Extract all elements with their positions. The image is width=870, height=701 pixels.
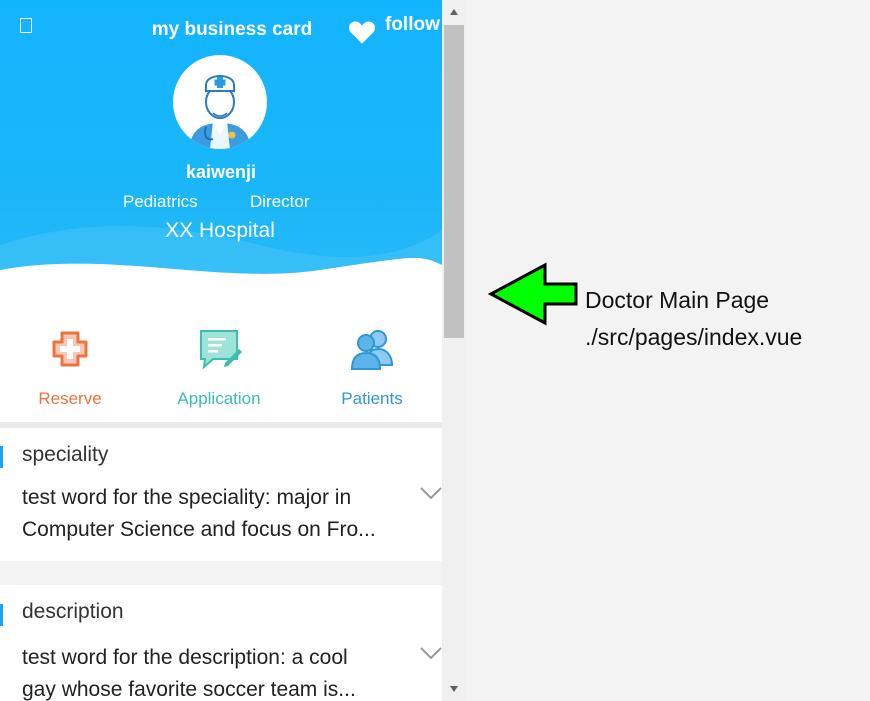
patients-button[interactable]: Patients xyxy=(302,300,442,422)
heart-icon[interactable] xyxy=(348,19,376,45)
scroll-down-arrow-icon[interactable] xyxy=(449,685,459,693)
description-text-line: gay whose favorite soccer team is... xyxy=(22,678,356,701)
accent-bar xyxy=(0,604,3,626)
speciality-card[interactable]: speciality test word for the speciality:… xyxy=(0,428,442,561)
chat-note-icon xyxy=(200,330,242,370)
hospital-name: XX Hospital xyxy=(165,219,275,242)
annotation-title: Doctor Main Page xyxy=(585,287,770,313)
chevron-down-icon[interactable] xyxy=(420,646,442,660)
business-card-header: my business card follow kaiwenji Pediatr… xyxy=(0,0,442,300)
action-menu: Reserve Application Patients xyxy=(0,300,442,422)
speciality-heading: speciality xyxy=(22,443,109,466)
accent-bar xyxy=(0,446,3,468)
doctor-department: Pediatrics xyxy=(123,192,198,211)
patients-icon xyxy=(350,330,394,370)
reserve-button[interactable]: Reserve xyxy=(0,300,140,422)
description-text-line: test word for the description: a cool xyxy=(22,646,348,669)
scroll-up-arrow-icon[interactable] xyxy=(449,8,459,16)
description-card[interactable]: description test word for the descriptio… xyxy=(0,585,442,701)
green-arrow-icon xyxy=(488,262,578,326)
speciality-text-line: test word for the speciality: major in xyxy=(22,486,352,509)
application-button[interactable]: Application xyxy=(149,300,289,422)
speciality-text-line: Computer Science and focus on Fro... xyxy=(22,518,376,541)
scrollbar-thumb[interactable] xyxy=(444,25,464,338)
doctor-position: Director xyxy=(250,192,310,211)
description-heading: description xyxy=(22,600,124,623)
medical-cross-icon xyxy=(52,331,88,367)
patients-label: Patients xyxy=(341,389,403,408)
chevron-down-icon[interactable] xyxy=(420,486,442,500)
doctor-name: kaiwenji xyxy=(185,162,257,182)
annotation-path: ./src/pages/index.vue xyxy=(585,324,803,350)
follow-button[interactable]: follow xyxy=(385,14,440,36)
reserve-label: Reserve xyxy=(38,389,102,408)
description-text: test word for the description: a cool ga… xyxy=(22,642,402,701)
application-label: Application xyxy=(177,389,261,408)
doctor-main-page: my business card follow kaiwenji Pediatr… xyxy=(0,0,442,701)
speciality-text: test word for the speciality: major in C… xyxy=(22,482,402,546)
vertical-scrollbar[interactable] xyxy=(442,0,466,701)
doctor-avatar xyxy=(173,55,267,149)
wave-decoration xyxy=(0,226,442,300)
